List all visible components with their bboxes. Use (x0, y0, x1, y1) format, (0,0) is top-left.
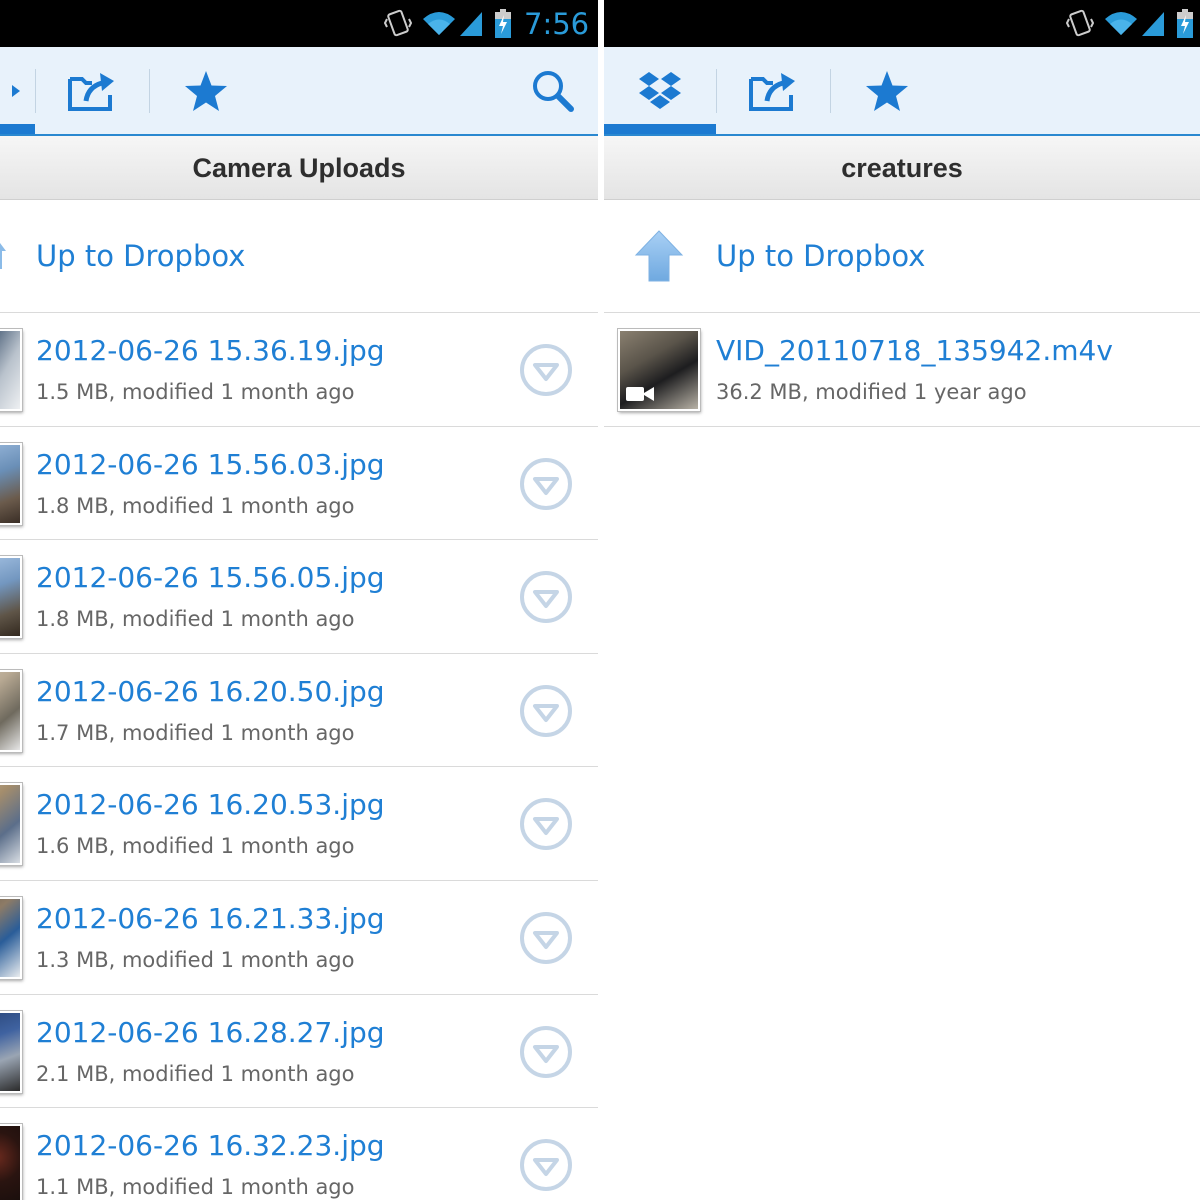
dropbox-icon (11, 71, 24, 111)
file-meta: 1.1 MB, modified 1 month ago (36, 1175, 355, 1200)
wifi-icon (422, 11, 456, 37)
file-name: VID_20110718_135942.m4v (716, 334, 1113, 367)
battery-icon (1176, 8, 1194, 39)
file-meta: 1.3 MB, modified 1 month ago (36, 947, 355, 972)
tab-indicator (604, 124, 716, 134)
file-thumbnail (0, 556, 22, 639)
file-thumbnail (0, 1124, 22, 1200)
right-screen: creatures Up to Dropbox VID_20110718_135… (604, 0, 1200, 1200)
file-list: VID_20110718_135942.m4v 36.2 MB, modifie… (604, 313, 1200, 427)
tab-dropbox[interactable] (604, 47, 716, 134)
action-bar (0, 47, 598, 136)
file-meta: 1.8 MB, modified 1 month ago (36, 493, 355, 518)
file-meta: 1.6 MB, modified 1 month ago (36, 834, 355, 859)
page-title: creatures (841, 153, 963, 183)
status-bar (604, 0, 1200, 47)
download-button[interactable] (518, 1024, 574, 1080)
file-thumbnail (0, 1010, 22, 1093)
file-meta: 1.5 MB, modified 1 month ago (36, 380, 355, 404)
tab-dropbox[interactable] (0, 47, 35, 134)
file-meta: 1.8 MB, modified 1 month ago (36, 607, 355, 632)
file-thumbnail (0, 783, 22, 866)
left-screen: 7:56 Camera Uploads Up to Dropbox 2012-0… (0, 0, 598, 1200)
upload-folder-icon (66, 69, 120, 113)
download-button[interactable] (518, 456, 574, 512)
vibrate-icon (384, 9, 412, 39)
list-item[interactable]: 2012-06-26 16.21.33.jpg 1.3 MB, modified… (0, 881, 598, 995)
download-button[interactable] (518, 683, 574, 739)
file-name: 2012-06-26 16.20.53.jpg (36, 788, 385, 822)
folder-title-bar: creatures (604, 136, 1200, 200)
file-thumbnail (618, 329, 700, 411)
signal-icon (458, 10, 484, 38)
list-item[interactable]: 2012-06-26 15.56.03.jpg 1.8 MB, modified… (0, 427, 598, 541)
file-name: 2012-06-26 16.32.23.jpg (36, 1129, 385, 1163)
file-name: 2012-06-26 15.56.03.jpg (36, 447, 385, 481)
list-item[interactable]: VID_20110718_135942.m4v 36.2 MB, modifie… (604, 313, 1200, 427)
battery-icon (494, 8, 512, 39)
folder-title-bar: Camera Uploads (0, 136, 598, 200)
list-item[interactable]: 2012-06-26 15.36.19.jpg 1.5 MB, modified… (0, 313, 598, 427)
status-time: 7:56 (524, 6, 590, 41)
tab-uploads[interactable] (717, 47, 830, 134)
page-title: Camera Uploads (192, 153, 406, 183)
file-name: 2012-06-26 16.28.27.jpg (36, 1015, 385, 1049)
up-to-dropbox-row[interactable]: Up to Dropbox (0, 200, 598, 313)
vibrate-icon (1066, 9, 1094, 39)
file-name: 2012-06-26 15.56.05.jpg (36, 561, 385, 595)
file-thumbnail (0, 896, 22, 979)
file-list: 2012-06-26 15.36.19.jpg 1.5 MB, modified… (0, 313, 598, 1200)
list-item[interactable]: 2012-06-26 15.56.05.jpg 1.8 MB, modified… (0, 540, 598, 654)
star-icon (864, 69, 910, 113)
file-thumbnail (0, 442, 22, 525)
up-to-dropbox-row[interactable]: Up to Dropbox (604, 200, 1200, 313)
file-meta: 1.7 MB, modified 1 month ago (36, 720, 355, 745)
status-bar: 7:56 (0, 0, 598, 47)
file-thumbnail (0, 329, 22, 411)
signal-icon (1140, 10, 1166, 38)
file-thumbnail (0, 669, 22, 752)
list-item[interactable]: 2012-06-26 16.20.50.jpg 1.7 MB, modified… (0, 654, 598, 768)
search-icon (531, 69, 575, 113)
action-bar (604, 47, 1200, 136)
up-to-dropbox-label: Up to Dropbox (716, 239, 926, 273)
file-name: 2012-06-26 16.21.33.jpg (36, 901, 385, 935)
list-item[interactable]: 2012-06-26 16.20.53.jpg 1.6 MB, modified… (0, 767, 598, 881)
file-meta: 36.2 MB, modified 1 year ago (716, 380, 1027, 404)
file-meta: 2.1 MB, modified 1 month ago (36, 1061, 355, 1086)
search-button[interactable] (518, 47, 588, 134)
upload-folder-icon (747, 69, 801, 113)
star-icon (183, 69, 229, 113)
wifi-icon (1104, 11, 1138, 37)
tab-indicator (0, 124, 35, 134)
file-name: 2012-06-26 15.36.19.jpg (36, 334, 385, 367)
download-button[interactable] (518, 569, 574, 625)
status-icons (1066, 0, 1194, 47)
list-item[interactable]: 2012-06-26 16.28.27.jpg 2.1 MB, modified… (0, 995, 598, 1109)
up-to-dropbox-label: Up to Dropbox (36, 239, 246, 273)
list-item[interactable]: 2012-06-26 16.32.23.jpg 1.1 MB, modified… (0, 1108, 598, 1200)
download-button[interactable] (518, 910, 574, 966)
file-name: 2012-06-26 16.20.50.jpg (36, 674, 385, 708)
download-button[interactable] (518, 342, 574, 398)
download-button[interactable] (518, 796, 574, 852)
download-button[interactable] (518, 1137, 574, 1193)
tab-favorites[interactable] (150, 47, 262, 134)
up-arrow-icon (0, 243, 10, 269)
dropbox-icon (637, 70, 683, 112)
video-camera-icon (626, 385, 654, 403)
up-arrow-icon (634, 229, 684, 283)
tab-favorites[interactable] (831, 47, 943, 134)
tab-uploads[interactable] (36, 47, 149, 134)
status-icons: 7:56 (384, 0, 589, 47)
